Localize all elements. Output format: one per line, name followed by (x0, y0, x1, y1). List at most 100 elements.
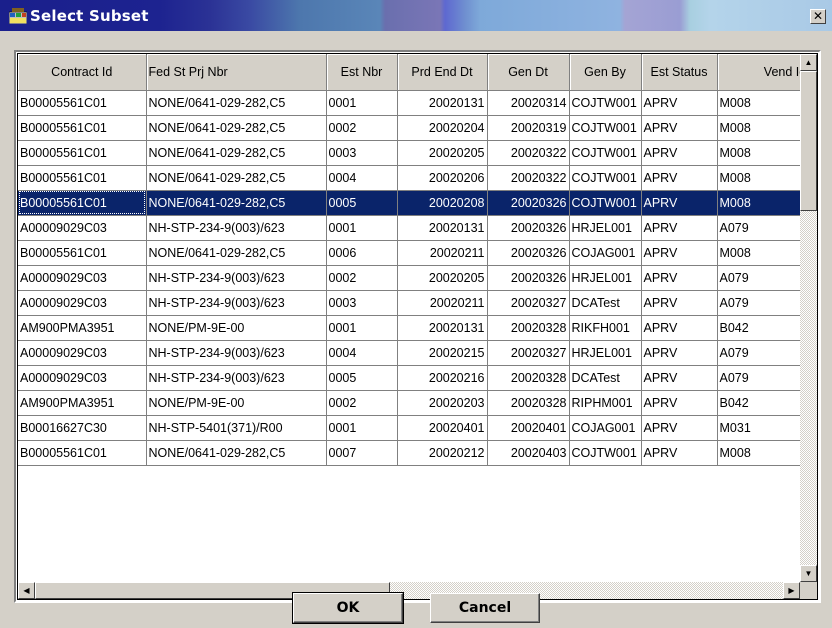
column-header[interactable]: Contract Id (18, 54, 147, 91)
table-cell: 20020403 (487, 440, 570, 466)
table-cell: 20020205 (397, 265, 488, 291)
table-row[interactable]: A00009029C03 NH-STP-234-9(003)/623 0003 200… (18, 290, 809, 316)
table-row[interactable]: B00005561C01 NONE/0641-029-282,C5 0004 2002… (18, 165, 809, 191)
scroll-right-arrow-icon[interactable]: ▶ (783, 582, 800, 599)
table-cell: 0002 (326, 265, 398, 291)
table-cell: A079 (717, 340, 809, 366)
table-cell: APRV (641, 390, 718, 416)
table-cell: NONE/0641-029-282,C5 (146, 440, 327, 466)
table-row[interactable]: A00009029C03 NH-STP-234-9(003)/623 0001 200… (18, 215, 809, 241)
table-cell: COJAG001 (569, 415, 642, 441)
cancel-button[interactable]: Cancel (430, 593, 540, 623)
column-header[interactable]: Vend Ic (717, 54, 809, 91)
table-cell: A079 (717, 215, 809, 241)
table-cell: APRV (641, 290, 718, 316)
table-cell: 0004 (326, 165, 398, 191)
table-cell: NONE/0641-029-282,C5 (146, 165, 327, 191)
table-row[interactable]: B00005561C01 NONE/0641-029-282,C5 0007 2002… (18, 440, 809, 466)
table-cell: 20020326 (487, 265, 570, 291)
horizontal-scrollbar[interactable]: ◀ ▶ (18, 582, 800, 599)
table-cell: B042 (717, 315, 809, 341)
subset-grid[interactable]: Contract Id Fed St Prj Nbr Est Nbr Prd End … (14, 50, 821, 603)
table-cell: 0007 (326, 440, 398, 466)
column-header[interactable]: Fed St Prj Nbr (146, 54, 327, 91)
column-header[interactable]: Gen Dt (487, 54, 570, 91)
table-cell: M008 (717, 140, 809, 166)
table-cell: 0003 (326, 290, 398, 316)
table-cell: DCATest (569, 290, 642, 316)
column-header[interactable]: Prd End Dt (397, 54, 488, 91)
vertical-scroll-thumb[interactable] (800, 71, 817, 211)
table-cell: 0001 (326, 415, 398, 441)
table-cell: B00005561C01 (18, 240, 147, 266)
table-cell: M008 (717, 90, 809, 116)
table-cell: COJAG001 (569, 240, 642, 266)
table-cell: APRV (641, 265, 718, 291)
table-cell: 0003 (326, 140, 398, 166)
table-cell: NONE/PM-9E-00 (146, 390, 327, 416)
table-cell: COJTW001 (569, 440, 642, 466)
table-cell: 20020211 (397, 240, 488, 266)
table-cell: M008 (717, 115, 809, 141)
table-cell: M008 (717, 440, 809, 466)
table-cell: COJTW001 (569, 90, 642, 116)
scrollbar-corner (800, 582, 817, 599)
table-cell: B00005561C01 (18, 115, 147, 141)
table-cell: 0001 (326, 215, 398, 241)
table-row[interactable]: B00005561C01 NONE/0641-029-282,C5 0001 2002… (18, 90, 809, 116)
table-cell: NH-STP-234-9(003)/623 (146, 365, 327, 391)
table-cell: 20020206 (397, 165, 488, 191)
table-row[interactable]: A00009029C03 NH-STP-234-9(003)/623 0005 200… (18, 365, 809, 391)
table-cell: HRJEL001 (569, 265, 642, 291)
table-cell: COJTW001 (569, 165, 642, 191)
table-cell: B00016627C30 (18, 415, 147, 441)
table-row[interactable]: B00016627C30 NH-STP-5401(371)/R00 0001 2002… (18, 415, 809, 441)
table-cell: NH-STP-5401(371)/R00 (146, 415, 327, 441)
table-cell: 0005 (326, 365, 398, 391)
table-cell: AM900PMA3951 (18, 390, 147, 416)
ok-button[interactable]: OK (292, 592, 404, 624)
table-cell: A079 (717, 365, 809, 391)
table-row[interactable]: A00009029C03 NH-STP-234-9(003)/623 0004 200… (18, 340, 809, 366)
table-row[interactable]: B00005561C01 NONE/0641-029-282,C5 0005 2002… (18, 190, 809, 216)
scroll-left-arrow-icon[interactable]: ◀ (18, 582, 35, 599)
table-cell: COJTW001 (569, 140, 642, 166)
scroll-up-arrow-icon[interactable]: ▲ (800, 54, 817, 71)
table-cell: 20020211 (397, 290, 488, 316)
table-cell: M008 (717, 240, 809, 266)
table-cell: NH-STP-234-9(003)/623 (146, 265, 327, 291)
table-cell: B00005561C01 (18, 190, 147, 216)
table-cell: 0004 (326, 340, 398, 366)
table-row[interactable]: B00005561C01 NONE/0641-029-282,C5 0003 2002… (18, 140, 809, 166)
table-cell: 0001 (326, 315, 398, 341)
table-cell: 0006 (326, 240, 398, 266)
close-button[interactable]: ✕ (810, 9, 826, 24)
column-header[interactable]: Est Status (641, 54, 718, 91)
table-cell: APRV (641, 415, 718, 441)
table-row[interactable]: A00009029C03 NH-STP-234-9(003)/623 0002 200… (18, 265, 809, 291)
table-cell: NONE/0641-029-282,C5 (146, 90, 327, 116)
scroll-down-arrow-icon[interactable]: ▼ (800, 565, 817, 582)
table-cell: APRV (641, 165, 718, 191)
table-cell: APRV (641, 340, 718, 366)
table-cell: B00005561C01 (18, 90, 147, 116)
table-cell: A00009029C03 (18, 365, 147, 391)
table-cell: NH-STP-234-9(003)/623 (146, 340, 327, 366)
table-cell: 20020327 (487, 340, 570, 366)
table-row[interactable]: AM900PMA3951 NONE/PM-9E-00 0001 20020131 200… (18, 315, 809, 341)
table-row[interactable]: B00005561C01 NONE/0641-029-282,C5 0002 2002… (18, 115, 809, 141)
column-header[interactable]: Est Nbr (326, 54, 398, 91)
table-cell: DCATest (569, 365, 642, 391)
table-cell: 20020322 (487, 165, 570, 191)
column-header[interactable]: Gen By (569, 54, 642, 91)
table-cell: RIPHM001 (569, 390, 642, 416)
table-cell: M031 (717, 415, 809, 441)
table-cell: COJTW001 (569, 115, 642, 141)
header-row: Contract Id Fed St Prj Nbr Est Nbr Prd End … (18, 54, 809, 91)
table-cell: NONE/0641-029-282,C5 (146, 190, 327, 216)
window-title: Select Subset (30, 7, 149, 25)
dialog-app-icon (9, 8, 27, 24)
table-row[interactable]: B00005561C01 NONE/0641-029-282,C5 0006 2002… (18, 240, 809, 266)
table-row[interactable]: AM900PMA3951 NONE/PM-9E-00 0002 20020203 200… (18, 390, 809, 416)
vertical-scrollbar[interactable]: ▲ ▼ (800, 54, 817, 582)
